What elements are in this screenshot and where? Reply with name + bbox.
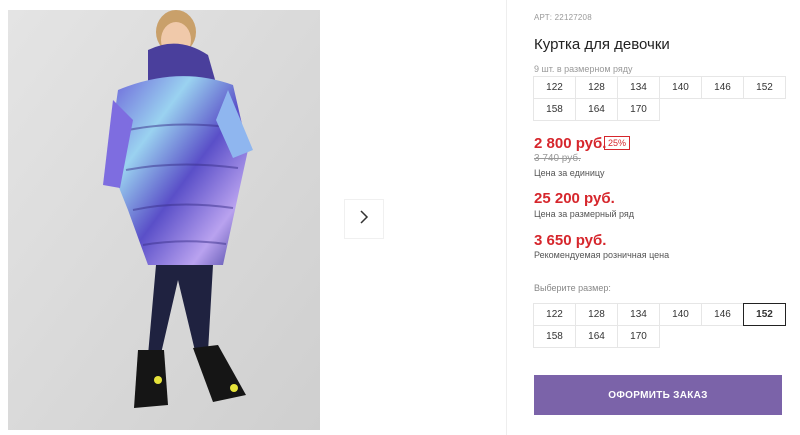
next-image-button[interactable] (344, 199, 384, 239)
article-number: АРТ: 22127208 (534, 13, 592, 22)
size-row-cell: 146 (701, 76, 744, 99)
place-order-button[interactable]: ОФОРМИТЬ ЗАКАЗ (534, 375, 782, 415)
old-price: 3 740 руб. (534, 153, 581, 164)
size-option[interactable]: 134 (617, 303, 660, 326)
size-option[interactable]: 170 (617, 325, 660, 348)
size-row-cell: 152 (743, 76, 786, 99)
product-title: Куртка для девочки (534, 36, 670, 53)
size-selector: 122 128 134 140 146 152 158 164 170 (533, 303, 786, 348)
divider (506, 0, 507, 435)
size-row-cell: 134 (617, 76, 660, 99)
size-row-cell: 140 (659, 76, 702, 99)
choose-size-label: Выберите размер: (534, 283, 611, 293)
size-option[interactable]: 146 (701, 303, 744, 326)
size-option-selected[interactable]: 152 (743, 303, 786, 326)
size-option[interactable]: 164 (575, 325, 618, 348)
row-price: 25 200 руб. (534, 190, 615, 207)
product-gallery (0, 0, 512, 435)
unit-price: 2 800 руб. (534, 135, 607, 152)
size-row-cell: 164 (575, 98, 618, 121)
discount-badge: 25% (604, 136, 631, 150)
size-option[interactable]: 140 (659, 303, 702, 326)
chevron-right-icon (359, 209, 369, 230)
size-option[interactable]: 122 (533, 303, 576, 326)
size-option[interactable]: 158 (533, 325, 576, 348)
row-price-label: Цена за размерный ряд (534, 209, 635, 219)
size-row-cell: 128 (575, 76, 618, 99)
girl-in-jacket-image (8, 10, 320, 430)
size-row-cell: 122 (533, 76, 576, 99)
unit-price-label: Цена за единицу (534, 168, 605, 178)
pack-count: 9 шт. в размерном ряду (534, 64, 633, 74)
size-row-cell: 158 (533, 98, 576, 121)
retail-price-label: Рекомендуемая розничная цена (534, 250, 670, 260)
size-row-grid: 122 128 134 140 146 152 158 164 170 (533, 76, 786, 121)
product-photo[interactable] (8, 10, 320, 430)
retail-price: 3 650 руб. (534, 232, 607, 249)
size-row-cell: 170 (617, 98, 660, 121)
size-option[interactable]: 128 (575, 303, 618, 326)
